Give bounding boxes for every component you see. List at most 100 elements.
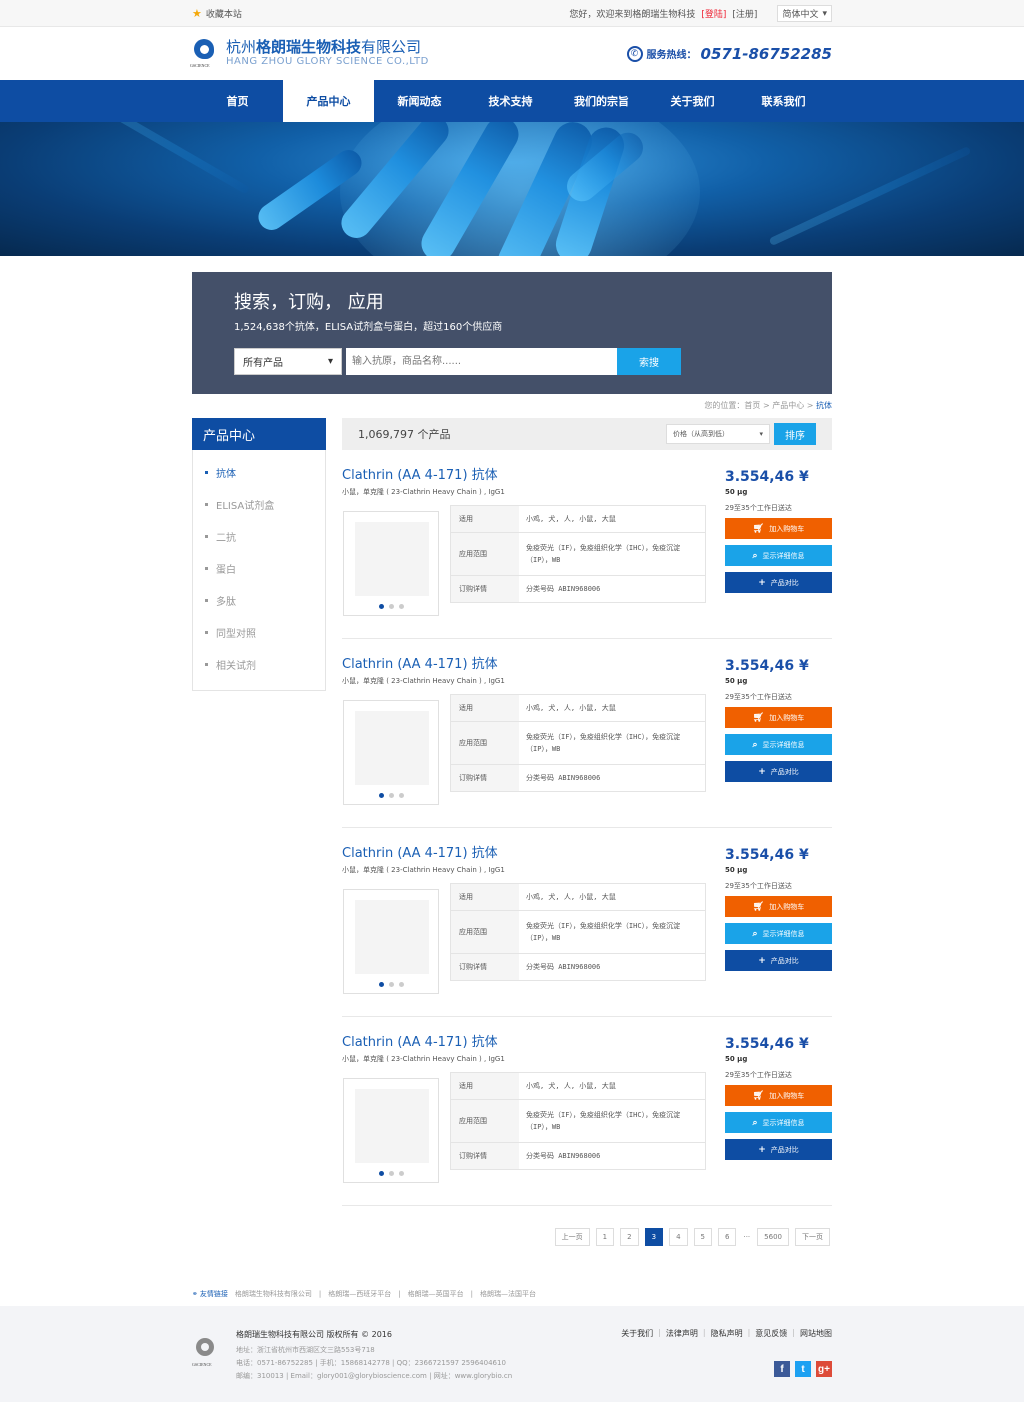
footer-link-about[interactable]: 关于我们 [621, 1328, 653, 1339]
carousel-dot[interactable] [378, 982, 384, 987]
show-details-button[interactable]: ⌕ 显示详细信息 [725, 545, 832, 566]
carousel-dot[interactable] [398, 1171, 404, 1176]
language-select[interactable]: 简体中文 ▾ [777, 5, 832, 22]
product-image[interactable] [343, 511, 439, 616]
carousel-dot[interactable] [388, 1171, 394, 1176]
nav-item-news[interactable]: 新闻动态 [374, 80, 465, 122]
carousel-dot[interactable] [378, 793, 384, 798]
friend-link[interactable]: 格朗瑞—法国平台 [480, 1289, 536, 1299]
page-5[interactable]: 5 [693, 1228, 713, 1246]
carousel-dot[interactable] [398, 793, 404, 798]
sidebar-item-antibody[interactable]: 抗体 [193, 456, 325, 488]
sidebar-item-secondary[interactable]: 二抗 [193, 520, 325, 552]
show-details-button[interactable]: ⌕ 显示详细信息 [725, 1112, 832, 1133]
show-details-label: 显示详细信息 [762, 929, 805, 938]
twitter-icon[interactable]: t [795, 1361, 811, 1377]
spec-value: 小鸡, 犬, 人, 小鼠, 大鼠 [526, 1082, 616, 1090]
site-header: GSCIENCE 杭州格朗瑞生物科技有限公司 HANG ZHOU GLORY S… [0, 27, 1024, 80]
friend-link[interactable]: 格朗瑞—西班牙平台 [328, 1289, 391, 1299]
nav-item-support[interactable]: 技术支持 [465, 80, 556, 122]
page-6[interactable]: 6 [718, 1228, 737, 1246]
footer-link-legal[interactable]: 法律声明 [666, 1328, 698, 1339]
sidebar-item-elisa[interactable]: ELISA试剂盒 [193, 488, 325, 520]
compare-button[interactable]: + 产品对比 [725, 761, 832, 782]
top-bar: ★ 收藏本站 您好，欢迎来到格朗瑞生物科技 [登陆] [注册] 简体中文 ▾ [0, 0, 1024, 27]
sidebar-item-isotype[interactable]: 同型对照 [193, 616, 325, 648]
carousel-dot[interactable] [378, 604, 384, 609]
carousel-dot[interactable] [398, 982, 404, 987]
caret-down-icon: ▾ [327, 356, 333, 367]
page-1[interactable]: 1 [595, 1228, 615, 1246]
breadcrumb: 您的位置：首页 > 产品中心 > 抗体 [192, 400, 832, 412]
compare-button[interactable]: + 产品对比 [725, 1139, 832, 1160]
register-link[interactable]: [注册] [732, 7, 757, 20]
carousel-dot[interactable] [398, 604, 404, 609]
page-4[interactable]: 4 [669, 1228, 688, 1246]
site-logo[interactable]: GSCIENCE 杭州格朗瑞生物科技有限公司 HANG ZHOU GLORY S… [190, 37, 429, 71]
add-to-cart-button[interactable]: 🛒︎ 加入购物车 [725, 1085, 832, 1106]
footer-link-privacy[interactable]: 隐私声明 [711, 1328, 743, 1339]
bullet-icon [205, 470, 208, 474]
nav-item-about[interactable]: 关于我们 [647, 80, 738, 122]
carousel-dot[interactable] [388, 982, 394, 987]
compare-button[interactable]: + 产品对比 [725, 572, 832, 593]
hotline: ✆ 服务热线： 0571-86752285 [626, 45, 832, 63]
spec-key: 应用范围 [451, 533, 519, 575]
google-plus-icon[interactable]: g+ [816, 1361, 832, 1377]
friend-links: ⚭ 友情链接 格朗瑞生物科技有限公司 | 格朗瑞—西班牙平台 | 格朗瑞—英国平台 | … [192, 1289, 536, 1299]
show-details-button[interactable]: ⌕ 显示详细信息 [725, 734, 832, 755]
page-2[interactable]: 2 [620, 1228, 639, 1246]
product-image[interactable] [343, 889, 439, 994]
page-3[interactable]: 3 [644, 1228, 664, 1246]
next-page-button[interactable]: 下一页 [795, 1228, 830, 1246]
sort-select[interactable]: 价格（从高到低） ▾ [666, 424, 770, 444]
compare-button[interactable]: + 产品对比 [725, 950, 832, 971]
company-name-suffix: 有限公司 [361, 38, 422, 56]
spec-key: 应用范围 [451, 722, 519, 764]
nav-item-home[interactable]: 首页 [192, 80, 283, 122]
copyright: 格朗瑞生物科技有限公司 版权所有 © 2016 [236, 1330, 392, 1339]
carousel-dot[interactable] [388, 604, 394, 609]
spec-key: 应用范围 [451, 911, 519, 953]
sort-button[interactable]: 排序 [774, 423, 816, 445]
sidebar-item-protein[interactable]: 蛋白 [193, 552, 325, 584]
search-input[interactable] [346, 348, 617, 375]
show-details-button[interactable]: ⌕ 显示详细信息 [725, 923, 832, 944]
login-link[interactable]: [登陆] [701, 7, 726, 20]
product-image[interactable] [343, 700, 439, 805]
carousel-dot[interactable] [378, 1171, 384, 1176]
product-image[interactable] [343, 1078, 439, 1183]
nav-item-products[interactable]: 产品中心 [283, 80, 374, 122]
prev-page-button[interactable]: 上一页 [554, 1228, 590, 1246]
product-quantity: 50 μg [725, 677, 748, 685]
link-icon: ⚭ [192, 1290, 198, 1298]
footer-link-sitemap[interactable]: 网站地图 [800, 1328, 832, 1339]
company-name-bold: 格朗瑞生物科技 [256, 38, 362, 56]
image-placeholder [355, 1089, 429, 1163]
product-spec-table: 适用 小鸡, 犬, 人, 小鼠, 大鼠 应用范围 免疫荧光（IF），免疫组织化学（IH… [450, 694, 706, 792]
image-placeholder [355, 900, 429, 974]
friend-link[interactable]: 格朗瑞—英国平台 [408, 1289, 464, 1299]
add-to-cart-button[interactable]: 🛒︎ 加入购物车 [725, 707, 832, 728]
carousel-dot[interactable] [388, 793, 394, 798]
footer-link-feedback[interactable]: 意见反馈 [755, 1328, 787, 1339]
nav-item-mission[interactable]: 我们的宗旨 [556, 80, 647, 122]
compare-label: 产品对比 [770, 1145, 799, 1154]
breadcrumb-path[interactable]: 您的位置：首页 > 产品中心 > [704, 401, 816, 410]
friend-link[interactable]: 格朗瑞生物科技有限公司 [235, 1289, 312, 1299]
sidebar-item-peptide[interactable]: 多肽 [193, 584, 325, 616]
nav-item-contact[interactable]: 联系我们 [738, 80, 829, 122]
sidebar-item-label: 抗体 [216, 468, 236, 480]
favorite-link[interactable]: ★ 收藏本站 [192, 7, 242, 20]
add-to-cart-button[interactable]: 🛒︎ 加入购物车 [725, 896, 832, 917]
product-card: Clathrin (AA 4-171) 抗体 小鼠，单克隆 ( 23-Clathr… [342, 450, 832, 639]
product-spec-table: 适用 小鸡, 犬, 人, 小鼠, 大鼠 应用范围 免疫荧光（IF），免疫组织化学（IH… [450, 505, 706, 603]
search-button[interactable]: 索搜 [617, 348, 681, 375]
facebook-icon[interactable]: f [774, 1361, 790, 1377]
page-last[interactable]: 5600 [757, 1228, 789, 1246]
add-to-cart-button[interactable]: 🛒︎ 加入购物车 [725, 518, 832, 539]
category-select[interactable]: 所有产品 ▾ [234, 348, 342, 375]
sidebar-item-reagents[interactable]: 相关试剂 [193, 648, 325, 680]
delivery-time: 29至35个工作日送达 [725, 882, 792, 890]
spec-value: 分类号码 ABIN968006 [526, 1152, 601, 1160]
